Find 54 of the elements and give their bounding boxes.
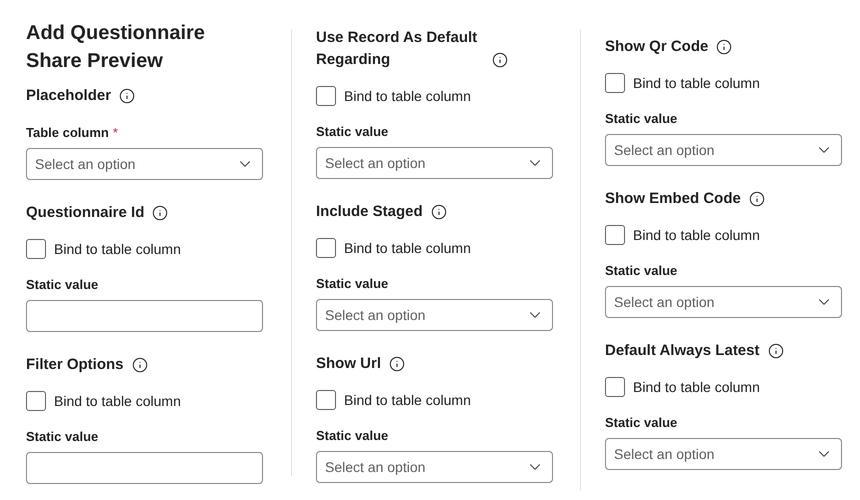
checkbox[interactable] (26, 239, 46, 259)
checkbox[interactable] (605, 225, 625, 245)
field-label: Static value (605, 111, 678, 127)
info-icon[interactable] (430, 204, 447, 220)
field-label: Static value (26, 429, 98, 445)
required-mark: * (112, 125, 118, 141)
field-label: Static value (605, 263, 678, 279)
section-heading: Show Embed Code (605, 189, 741, 209)
checkbox-label: Bind to table column (54, 240, 181, 259)
select-dropdown[interactable]: Select an option (316, 147, 553, 179)
field-label: Static value (26, 277, 98, 293)
checkbox[interactable] (26, 391, 46, 411)
checkbox[interactable] (316, 390, 336, 410)
info-icon[interactable] (132, 357, 148, 373)
checkbox[interactable] (605, 73, 625, 93)
text-input[interactable] (26, 452, 263, 484)
checkbox-label: Bind to table column (54, 392, 181, 411)
checkbox-label: Bind to table column (344, 239, 471, 258)
select-dropdown[interactable]: Select an option (605, 286, 842, 318)
select-dropdown[interactable]: Select an option (316, 299, 553, 331)
select-dropdown[interactable]: Select an option (26, 148, 263, 180)
checkbox-label: Bind to table column (633, 226, 760, 245)
checkbox[interactable] (605, 377, 625, 397)
info-icon[interactable] (716, 39, 732, 55)
panel-title: Add Questionnaire Share Preview (26, 21, 206, 74)
info-icon[interactable] (152, 205, 168, 221)
checkbox-label: Bind to table column (344, 391, 471, 410)
select-dropdown[interactable]: Select an option (605, 438, 842, 470)
field-label: Static value (316, 276, 388, 292)
checkbox-label: Bind to table column (633, 378, 760, 397)
section-heading: Questionnaire Id (26, 203, 144, 223)
section-heading: Show Qr Code (605, 37, 708, 57)
checkbox-label: Bind to table column (633, 74, 760, 93)
info-icon[interactable] (119, 88, 136, 104)
checkbox-label: Bind to table column (344, 87, 471, 106)
section-heading: Include Staged (316, 202, 423, 222)
field-label: Table column (26, 125, 109, 141)
select-dropdown[interactable]: Select an option (605, 134, 842, 166)
select-dropdown[interactable]: Select an option (316, 451, 553, 483)
section-heading: Default Always Latest (605, 341, 760, 361)
info-icon[interactable] (492, 52, 508, 68)
field-label: Static value (316, 124, 388, 140)
info-icon[interactable] (748, 191, 765, 207)
checkbox[interactable] (316, 86, 336, 106)
text-input[interactable] (26, 300, 263, 332)
section-heading: Show Url (316, 354, 382, 374)
checkbox[interactable] (316, 238, 336, 258)
info-icon[interactable] (389, 356, 406, 372)
section-heading: Use Record As Default Regarding (316, 28, 478, 70)
section-heading: Filter Options (26, 355, 124, 375)
info-icon[interactable] (768, 343, 784, 359)
section-heading: Placeholder (26, 86, 112, 106)
field-label: Static value (605, 415, 678, 431)
field-label: Static value (316, 428, 388, 444)
